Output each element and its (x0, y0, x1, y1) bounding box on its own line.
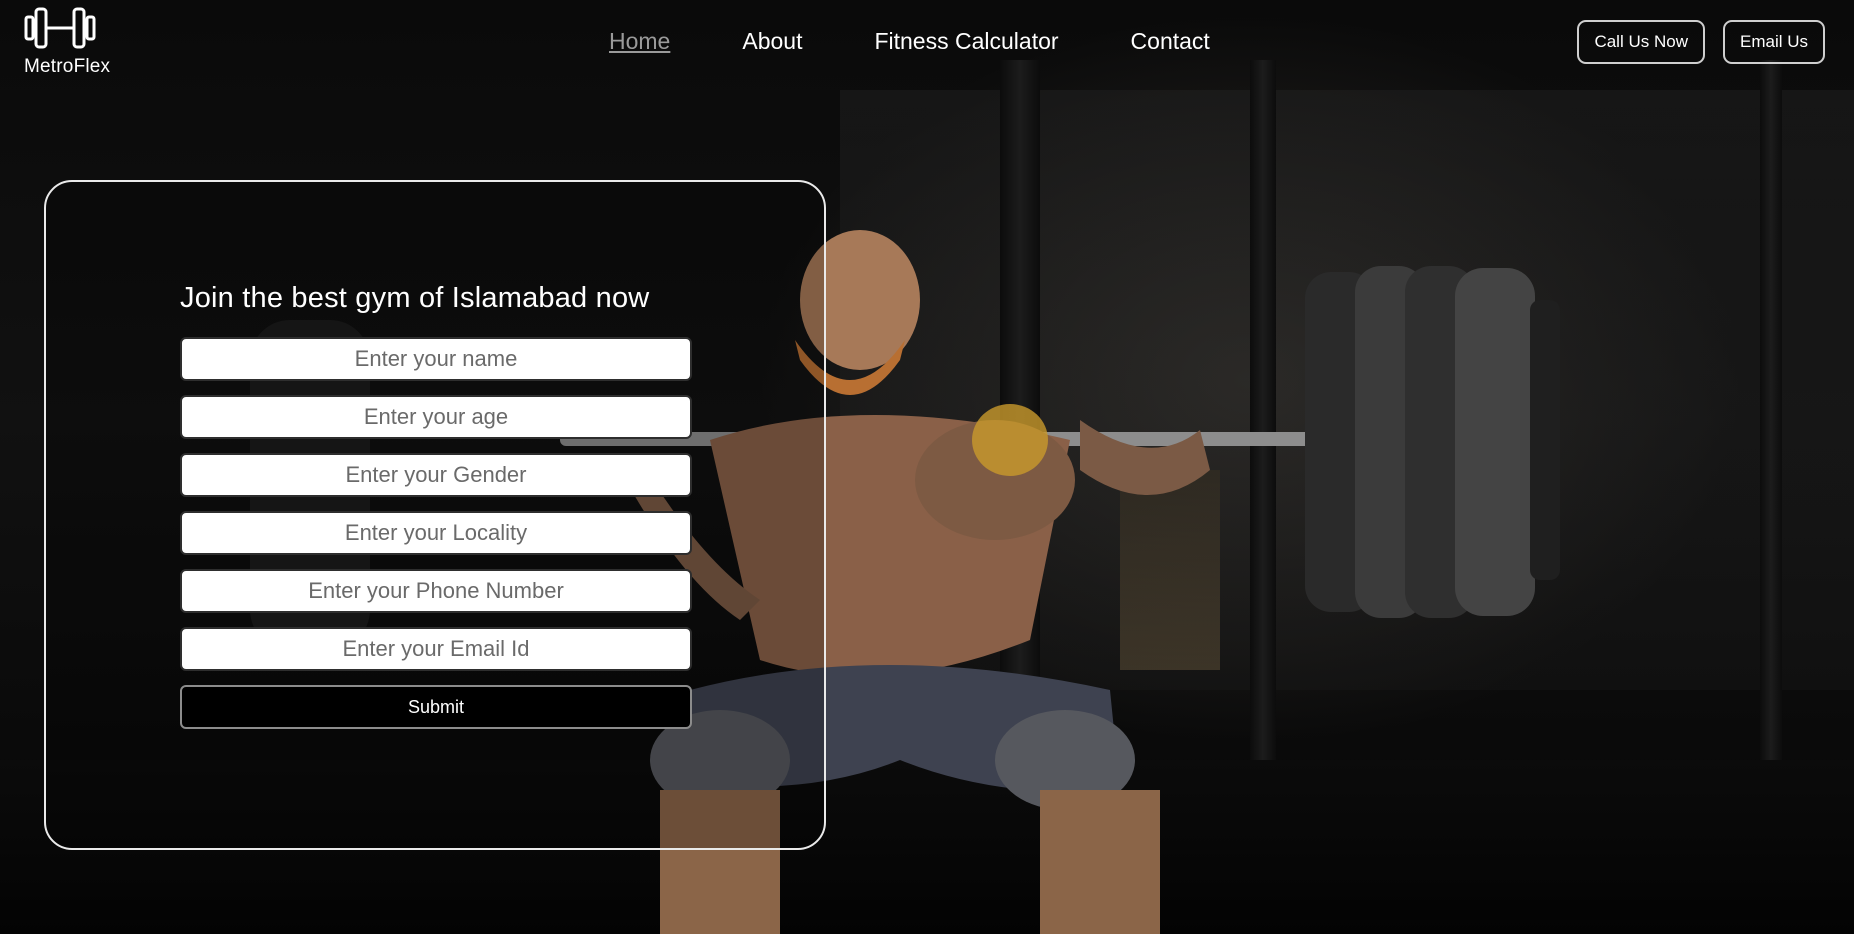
nav-item-about: About (742, 28, 802, 55)
nav-item-contact: Contact (1131, 28, 1210, 55)
brand-logo[interactable]: MetroFlex (24, 6, 124, 78)
nav-link-home[interactable]: Home (609, 28, 670, 54)
submit-button[interactable]: Submit (180, 685, 692, 729)
nav-item-fitness-calculator: Fitness Calculator (874, 28, 1058, 55)
nav-link-about[interactable]: About (742, 28, 802, 54)
age-input[interactable] (180, 395, 692, 439)
brand-name: MetroFlex (24, 56, 111, 77)
form-heading: Join the best gym of Islamabad now (180, 282, 650, 314)
gender-input[interactable] (180, 453, 692, 497)
nav-item-home: Home (609, 28, 670, 55)
signup-form-card: Join the best gym of Islamabad now Submi… (44, 180, 826, 850)
name-input[interactable] (180, 337, 692, 381)
email-us-button[interactable]: Email Us (1722, 20, 1825, 64)
dumbbell-icon (24, 7, 96, 49)
header-action-buttons: Call Us Now Email Us (1577, 20, 1825, 64)
nav-link-fitness-calculator[interactable]: Fitness Calculator (874, 28, 1058, 54)
email-input[interactable] (180, 627, 692, 671)
signup-form: Join the best gym of Islamabad now Submi… (180, 282, 692, 729)
main-navigation: Home About Fitness Calculator Contact (609, 28, 1210, 55)
call-us-now-button[interactable]: Call Us Now (1577, 20, 1705, 64)
phone-number-input[interactable] (180, 569, 692, 613)
locality-input[interactable] (180, 511, 692, 555)
nav-link-contact[interactable]: Contact (1131, 28, 1210, 54)
